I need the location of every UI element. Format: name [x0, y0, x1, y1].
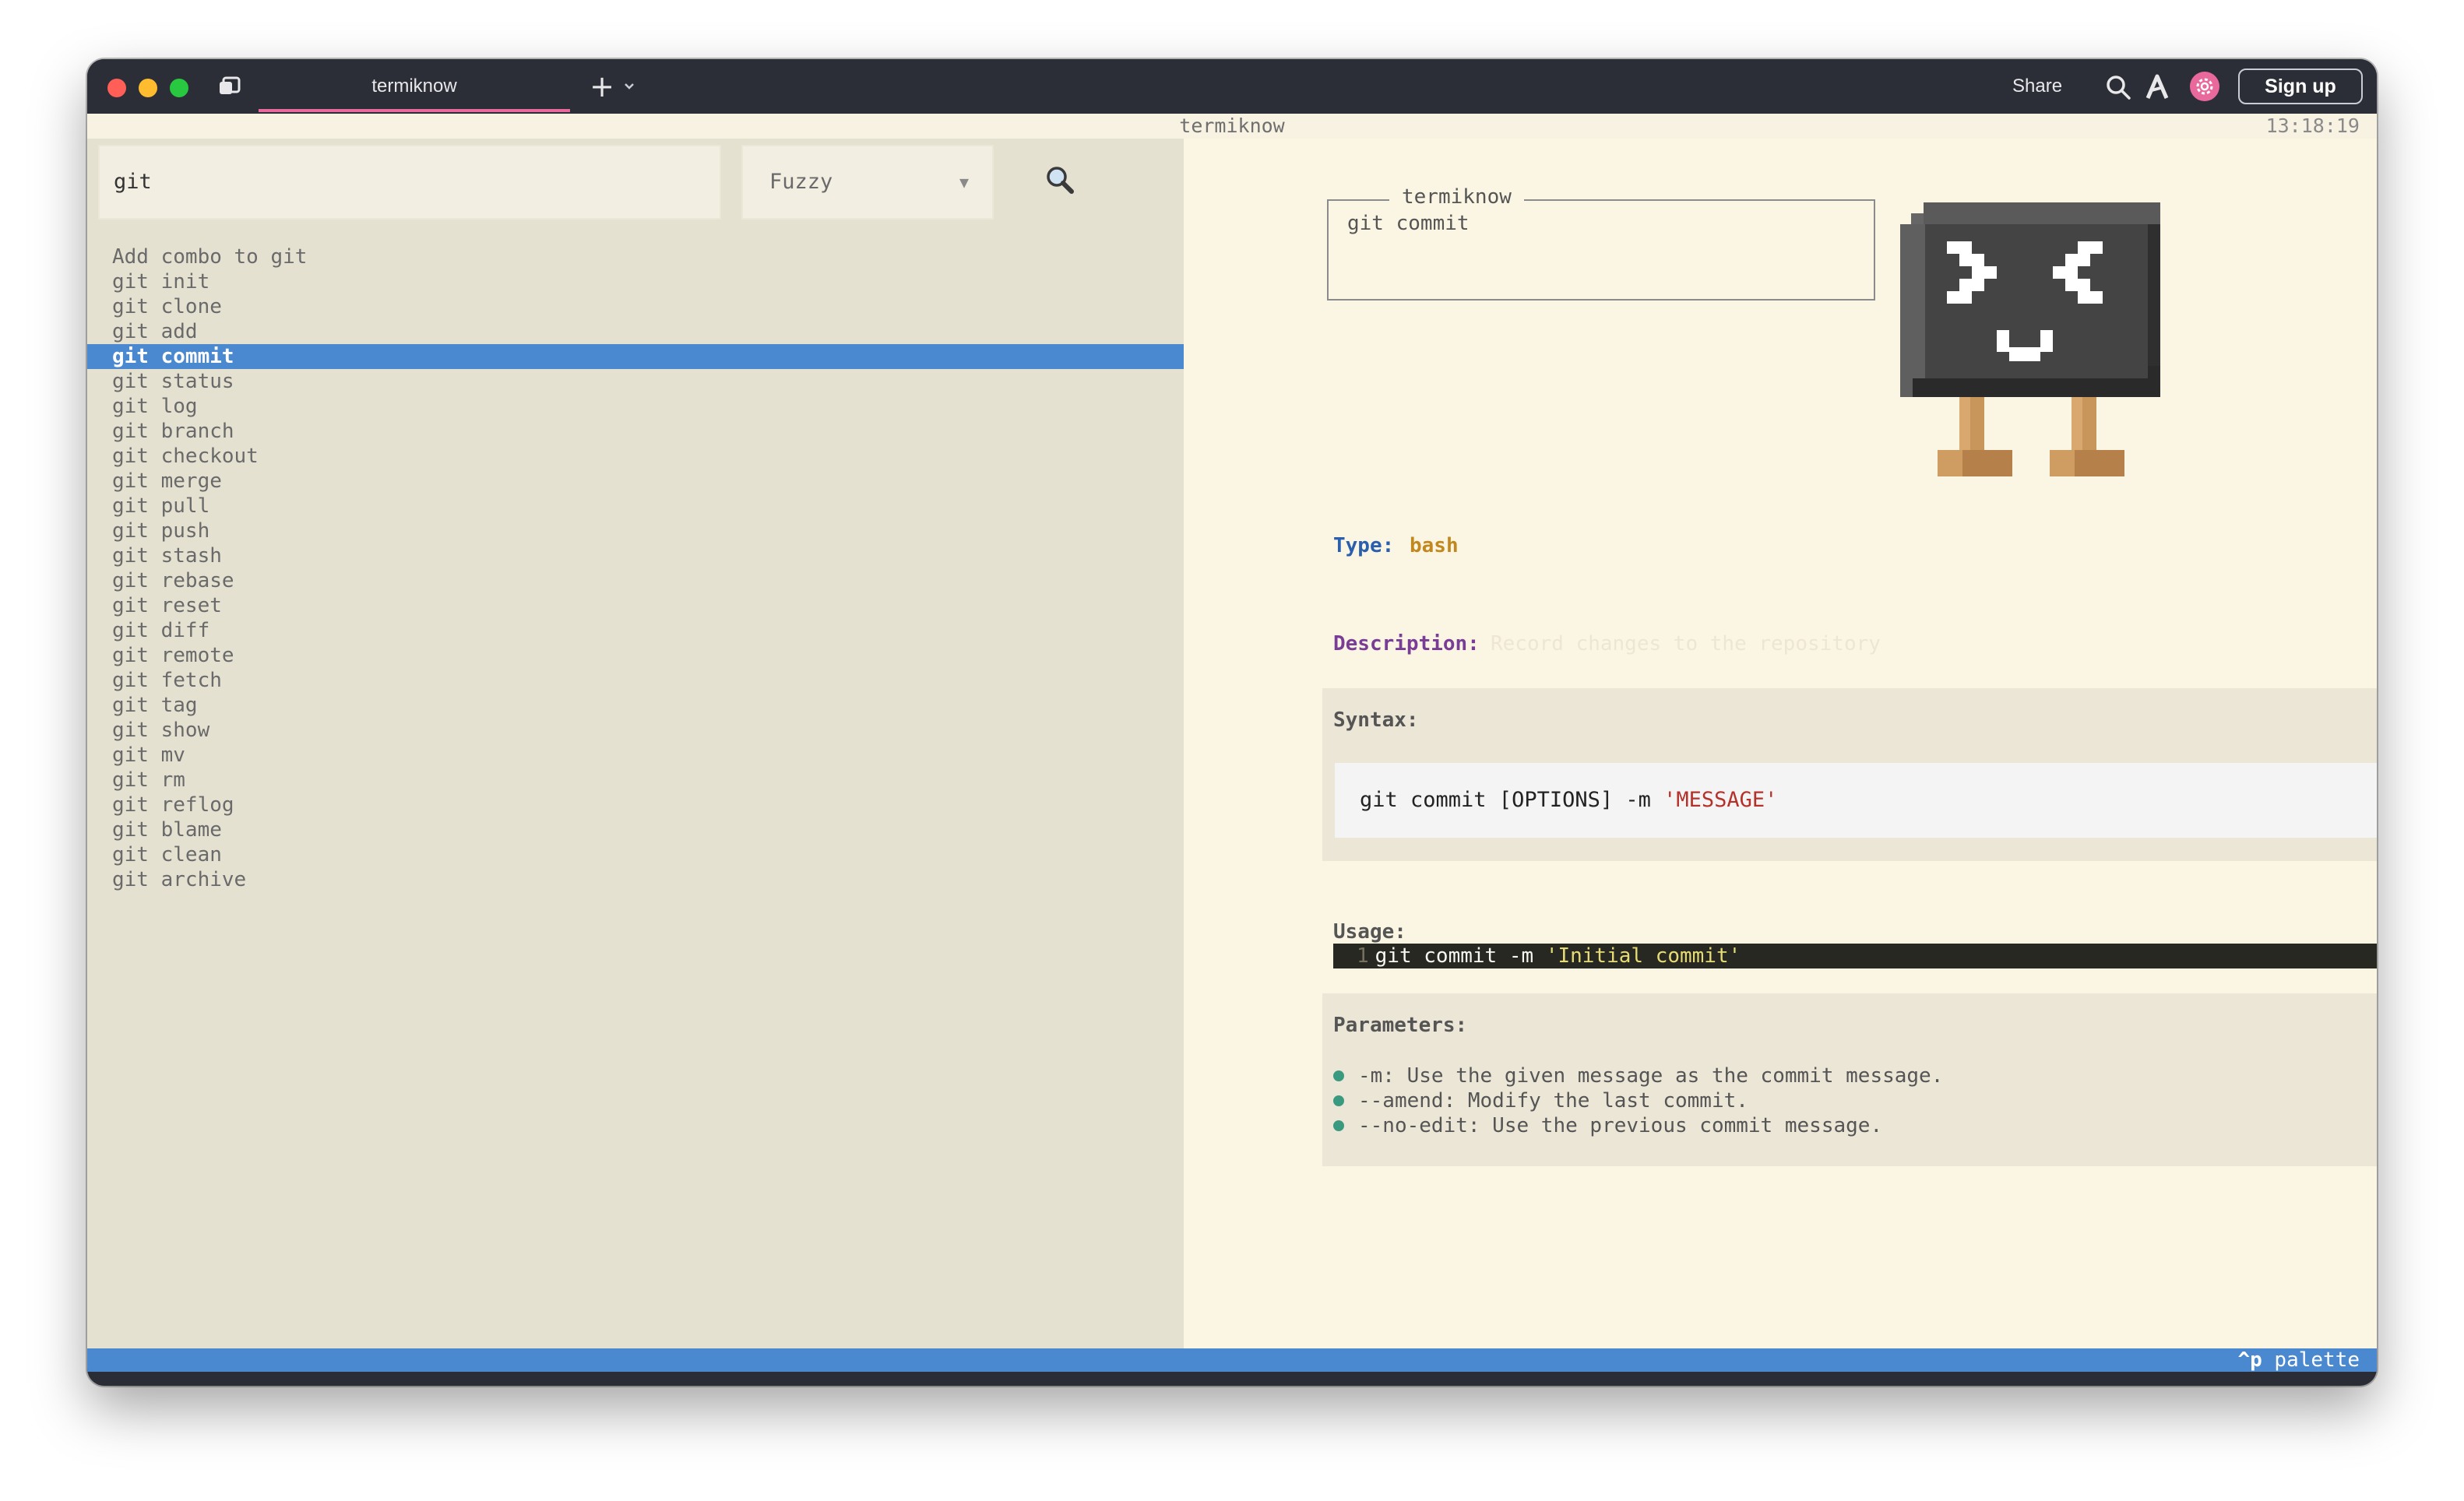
- parameters-list: -m: Use the given message as the commit …: [1333, 1063, 1943, 1138]
- list-item-selected[interactable]: git commit: [87, 344, 1184, 369]
- results-list: Add combo to git git init git clone git …: [87, 244, 1184, 892]
- chevron-down-icon[interactable]: [620, 75, 639, 98]
- maximize-window-button[interactable]: [170, 79, 188, 97]
- list-item[interactable]: git rm: [87, 768, 1184, 793]
- list-item[interactable]: git init: [87, 269, 1184, 294]
- title-bar: termiknow + Share Sign up: [87, 59, 2377, 114]
- list-item[interactable]: Add combo to git: [87, 244, 1184, 269]
- clock: 13:18:19: [2265, 114, 2360, 137]
- list-item[interactable]: git clean: [87, 842, 1184, 867]
- list-item[interactable]: git push: [87, 518, 1184, 543]
- list-item[interactable]: git mv: [87, 743, 1184, 768]
- status-bar: ^p palette: [87, 1348, 2377, 1372]
- usage-line-number: 1: [1357, 944, 1369, 968]
- list-item[interactable]: git diff: [87, 618, 1184, 643]
- type-value: bash: [1410, 534, 1459, 557]
- syntax-plain: git commit [OPTIONS] -m: [1360, 788, 1664, 812]
- parameter-text: --amend: Modify the last commit.: [1358, 1089, 1748, 1113]
- mascot-icon: [1900, 202, 2160, 476]
- new-tab-button[interactable]: +: [586, 70, 618, 103]
- usage-plain: git commit -m: [1375, 944, 1546, 968]
- gear-icon[interactable]: [2190, 72, 2219, 101]
- close-window-button[interactable]: [107, 79, 126, 97]
- syntax-label: Syntax:: [1333, 708, 1419, 732]
- detail-pane: git commit termiknow Type: bash Descript…: [1184, 139, 2377, 1348]
- parameters-panel: Parameters: -m: Use the given message as…: [1322, 993, 2377, 1166]
- list-item[interactable]: git log: [87, 394, 1184, 419]
- search-input[interactable]: git: [98, 145, 721, 220]
- magnifier-icon[interactable]: [1044, 165, 1078, 196]
- list-item[interactable]: git add: [87, 319, 1184, 344]
- description-value: Record changes to the repository: [1491, 632, 1881, 656]
- list-item[interactable]: git reset: [87, 593, 1184, 618]
- palette-action: palette: [2274, 1348, 2360, 1372]
- description-label: Description:: [1333, 632, 1480, 656]
- type-label: Type:: [1333, 534, 1395, 557]
- minimize-window-button[interactable]: [139, 79, 157, 97]
- list-item[interactable]: git pull: [87, 494, 1184, 518]
- parameter-text: --no-edit: Use the previous commit messa…: [1358, 1114, 1883, 1137]
- list-item[interactable]: git remote: [87, 643, 1184, 668]
- syntax-panel: Syntax: git commit [OPTIONS] -m 'MESSAGE…: [1322, 688, 2377, 861]
- tabs-icon[interactable]: [218, 76, 241, 97]
- syntax-string: 'MESSAGE': [1663, 788, 1778, 812]
- search-mode-select[interactable]: Fuzzy ▼: [741, 145, 994, 220]
- list-item[interactable]: git archive: [87, 867, 1184, 892]
- search-pane: git Fuzzy ▼ Add combo to git git init gi…: [87, 139, 1184, 1348]
- command-text: git commit: [1347, 212, 1470, 235]
- terminal-title: termiknow: [1179, 114, 1285, 137]
- active-tab-indicator: [259, 109, 570, 112]
- sign-up-button[interactable]: Sign up: [2238, 69, 2363, 104]
- parameter-text: -m: Use the given message as the commit …: [1358, 1064, 1944, 1088]
- tab-termiknow[interactable]: termiknow: [259, 59, 570, 114]
- bullet-icon: [1333, 1070, 1344, 1081]
- command-box-title: termiknow: [1389, 185, 1524, 209]
- terminal-area: termiknow 13:18:19 git Fuzzy ▼ Add combo…: [87, 114, 2377, 1372]
- list-item[interactable]: git reflog: [87, 793, 1184, 817]
- list-item[interactable]: git merge: [87, 469, 1184, 494]
- bullet-icon: [1333, 1095, 1344, 1106]
- list-item[interactable]: git branch: [87, 419, 1184, 444]
- list-item[interactable]: git fetch: [87, 668, 1184, 693]
- list-item[interactable]: git status: [87, 369, 1184, 394]
- usage-code: 1 git commit -m 'Initial commit': [1333, 944, 2377, 968]
- parameter-item: --amend: Modify the last commit.: [1333, 1088, 1943, 1113]
- parameters-label: Parameters:: [1333, 1014, 1468, 1037]
- search-icon[interactable]: [2104, 73, 2132, 101]
- usage-string: 'Initial commit': [1545, 944, 1741, 968]
- usage-label: Usage:: [1333, 920, 1406, 944]
- share-button[interactable]: Share: [2012, 59, 2062, 114]
- palette-hint[interactable]: ^p palette: [2237, 1348, 2360, 1372]
- app-window: termiknow + Share Sign up termiknow 13:1…: [87, 59, 2377, 1386]
- syntax-code: git commit [OPTIONS] -m 'MESSAGE': [1335, 763, 2377, 838]
- list-item[interactable]: git show: [87, 718, 1184, 743]
- list-item[interactable]: git checkout: [87, 444, 1184, 469]
- command-box: git commit: [1327, 199, 1875, 301]
- list-item[interactable]: git rebase: [87, 568, 1184, 593]
- terminal-header: termiknow 13:18:19: [87, 114, 2377, 139]
- list-item[interactable]: git clone: [87, 294, 1184, 319]
- bullet-icon: [1333, 1120, 1344, 1131]
- dropdown-arrow-icon: ▼: [959, 173, 969, 192]
- a-icon[interactable]: [2145, 73, 2170, 101]
- palette-key: ^p: [2237, 1348, 2262, 1372]
- tab-title: termiknow: [371, 76, 457, 97]
- list-item[interactable]: git blame: [87, 817, 1184, 842]
- list-item[interactable]: git stash: [87, 543, 1184, 568]
- parameter-item: -m: Use the given message as the commit …: [1333, 1063, 1943, 1088]
- list-item[interactable]: git tag: [87, 693, 1184, 718]
- parameter-item: --no-edit: Use the previous commit messa…: [1333, 1113, 1943, 1138]
- search-mode-value: Fuzzy: [769, 170, 833, 194]
